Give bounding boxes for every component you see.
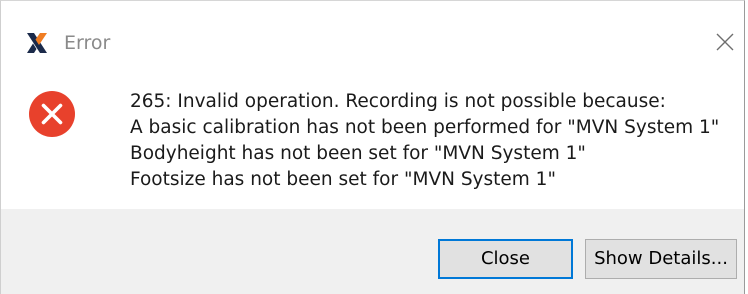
message-line-error-code: 265: Invalid operation. Recording is not… [130, 91, 666, 112]
message-line-calibration: A basic calibration has not been perform… [130, 117, 720, 138]
error-dialog: Error 265: Invalid operation. Recording … [0, 0, 745, 294]
close-icon[interactable] [714, 31, 736, 53]
error-circle-icon [28, 90, 76, 138]
dialog-content: 265: Invalid operation. Recording is not… [1, 81, 744, 209]
message-line-bodyheight: Bodyheight has not been set for "MVN Sys… [130, 143, 586, 164]
button-bar: Close Show Details... [1, 209, 744, 294]
error-message: 265: Invalid operation. Recording is not… [130, 89, 719, 193]
xsens-logo-icon [25, 31, 49, 55]
show-details-button[interactable]: Show Details... [585, 239, 737, 279]
close-button[interactable]: Close [438, 239, 573, 279]
message-line-footsize: Footsize has not been set for "MVN Syste… [130, 169, 556, 190]
title-bar[interactable]: Error [1, 1, 744, 81]
window-title: Error [64, 32, 111, 54]
